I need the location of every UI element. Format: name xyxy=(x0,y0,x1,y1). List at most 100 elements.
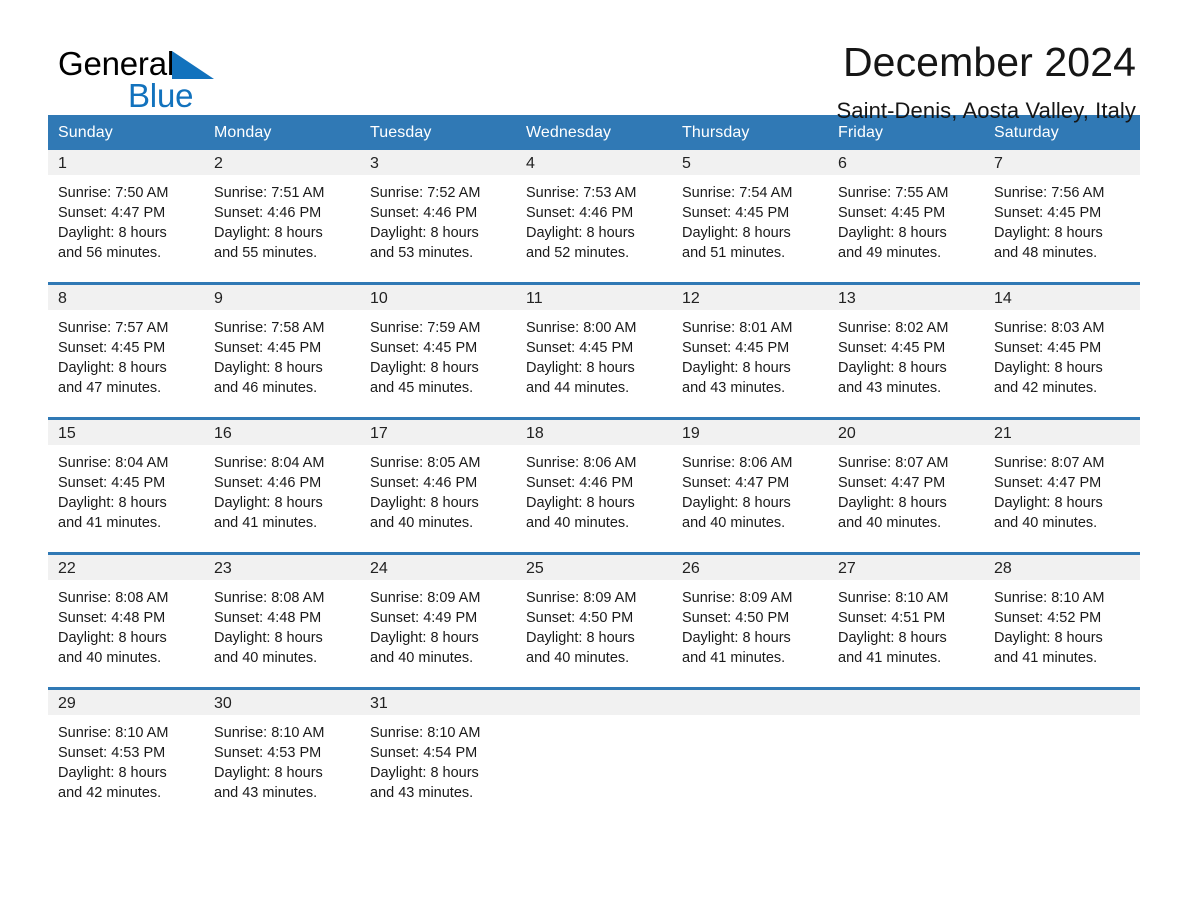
day-cell-empty xyxy=(516,687,672,822)
day-cell[interactable]: 7 Sunrise: 7:56 AM Sunset: 4:45 PM Daylight… xyxy=(984,150,1140,284)
day-cell[interactable]: 19 Sunrise: 8:06 AM Sunset: 4:47 PM Dayligh… xyxy=(672,417,828,554)
day-cell[interactable]: 3 Sunrise: 7:52 AM Sunset: 4:46 PM Daylight… xyxy=(360,150,516,284)
day-cell[interactable]: 12 Sunrise: 8:01 AM Sunset: 4:45 PM Dayligh… xyxy=(672,282,828,419)
daylight-text-line1: Daylight: 8 hours xyxy=(682,495,791,511)
day-number-band xyxy=(828,690,984,715)
day-number-band xyxy=(984,690,1140,715)
day-details: Sunrise: 7:56 AM Sunset: 4:45 PM Daylight:… xyxy=(984,175,1140,263)
day-cell[interactable]: 8 Sunrise: 7:57 AM Sunset: 4:45 PM Daylight… xyxy=(48,282,204,419)
daylight-text-line1: Daylight: 8 hours xyxy=(838,630,947,646)
day-cell[interactable]: 18 Sunrise: 8:06 AM Sunset: 4:46 PM Dayligh… xyxy=(516,417,672,554)
day-cell[interactable]: 4 Sunrise: 7:53 AM Sunset: 4:46 PM Daylight… xyxy=(516,150,672,284)
day-number: 17 xyxy=(370,425,388,442)
day-cell[interactable]: 17 Sunrise: 8:05 AM Sunset: 4:46 PM Dayligh… xyxy=(360,417,516,554)
day-number-band: 5 xyxy=(672,150,828,175)
sunset-text: Sunset: 4:54 PM xyxy=(370,745,478,761)
sunrise-text: Sunrise: 7:52 AM xyxy=(370,185,481,201)
sunrise-text: Sunrise: 7:58 AM xyxy=(214,320,325,336)
day-details: Sunrise: 7:55 AM Sunset: 4:45 PM Daylight:… xyxy=(828,175,984,263)
day-cell[interactable]: 2 Sunrise: 7:51 AM Sunset: 4:46 PM Daylight… xyxy=(204,150,360,284)
daylight-text-line2: and 43 minutes. xyxy=(214,785,318,801)
day-number-band: 3 xyxy=(360,150,516,175)
sunrise-text: Sunrise: 8:10 AM xyxy=(214,725,325,741)
day-number-band: 6 xyxy=(828,150,984,175)
day-cell[interactable]: 24 Sunrise: 8:09 AM Sunset: 4:49 PM Dayligh… xyxy=(360,552,516,689)
day-number: 22 xyxy=(58,560,76,577)
day-cell[interactable]: 30 Sunrise: 8:10 AM Sunset: 4:53 PM Dayligh… xyxy=(204,687,360,822)
sunrise-text: Sunrise: 8:08 AM xyxy=(58,590,169,606)
day-cell[interactable]: 9 Sunrise: 7:58 AM Sunset: 4:45 PM Daylight… xyxy=(204,282,360,419)
sunset-text: Sunset: 4:46 PM xyxy=(370,475,478,491)
day-cell[interactable]: 27 Sunrise: 8:10 AM Sunset: 4:51 PM Dayligh… xyxy=(828,552,984,689)
sunrise-text: Sunrise: 7:55 AM xyxy=(838,185,949,201)
day-cell[interactable]: 10 Sunrise: 7:59 AM Sunset: 4:45 PM Dayligh… xyxy=(360,282,516,419)
sunrise-text: Sunrise: 8:01 AM xyxy=(682,320,793,336)
day-number-band: 12 xyxy=(672,285,828,310)
day-cell[interactable]: 13 Sunrise: 8:02 AM Sunset: 4:45 PM Dayligh… xyxy=(828,282,984,419)
sunset-text: Sunset: 4:53 PM xyxy=(214,745,322,761)
day-cell[interactable]: 28 Sunrise: 8:10 AM Sunset: 4:52 PM Dayligh… xyxy=(984,552,1140,689)
daylight-text-line2: and 41 minutes. xyxy=(994,650,1098,666)
sunrise-text: Sunrise: 8:07 AM xyxy=(838,455,949,471)
sunset-text: Sunset: 4:53 PM xyxy=(58,745,166,761)
day-number: 19 xyxy=(682,425,700,442)
day-cell[interactable]: 22 Sunrise: 8:08 AM Sunset: 4:48 PM Dayligh… xyxy=(48,552,204,689)
sunrise-text: Sunrise: 7:51 AM xyxy=(214,185,325,201)
logo-triangle-icon xyxy=(172,51,215,79)
sunset-text: Sunset: 4:46 PM xyxy=(370,205,478,221)
day-details: Sunrise: 8:10 AM Sunset: 4:52 PM Daylight:… xyxy=(984,580,1140,668)
day-number: 15 xyxy=(58,425,76,442)
daylight-text-line1: Daylight: 8 hours xyxy=(214,765,323,781)
day-details: Sunrise: 8:06 AM Sunset: 4:46 PM Daylight:… xyxy=(516,445,672,533)
week-row: 29 Sunrise: 8:10 AM Sunset: 4:53 PM Dayligh… xyxy=(48,687,1140,822)
daylight-text-line1: Daylight: 8 hours xyxy=(838,360,947,376)
day-cell[interactable]: 11 Sunrise: 8:00 AM Sunset: 4:45 PM Dayligh… xyxy=(516,282,672,419)
day-number: 7 xyxy=(994,155,1003,172)
daylight-text-line1: Daylight: 8 hours xyxy=(370,360,479,376)
daylight-text-line1: Daylight: 8 hours xyxy=(838,495,947,511)
sunrise-text: Sunrise: 8:02 AM xyxy=(838,320,949,336)
logo-text-general: General xyxy=(58,45,175,82)
day-cell[interactable]: 21 Sunrise: 8:07 AM Sunset: 4:47 PM Dayligh… xyxy=(984,417,1140,554)
day-cell[interactable]: 15 Sunrise: 8:04 AM Sunset: 4:45 PM Dayligh… xyxy=(48,417,204,554)
generalblue-logo[interactable]: General Blue xyxy=(58,45,318,121)
day-details: Sunrise: 8:06 AM Sunset: 4:47 PM Daylight:… xyxy=(672,445,828,533)
day-cell[interactable]: 1 Sunrise: 7:50 AM Sunset: 4:47 PM Daylight… xyxy=(48,150,204,284)
day-cell[interactable]: 26 Sunrise: 8:09 AM Sunset: 4:50 PM Dayligh… xyxy=(672,552,828,689)
day-number: 11 xyxy=(526,290,543,307)
sunset-text: Sunset: 4:49 PM xyxy=(370,610,478,626)
day-cell[interactable]: 25 Sunrise: 8:09 AM Sunset: 4:50 PM Dayligh… xyxy=(516,552,672,689)
day-cell-empty xyxy=(828,687,984,822)
day-number: 4 xyxy=(526,155,535,172)
daylight-text-line1: Daylight: 8 hours xyxy=(214,360,323,376)
week-row: 15 Sunrise: 8:04 AM Sunset: 4:45 PM Dayligh… xyxy=(48,417,1140,554)
sunrise-text: Sunrise: 8:07 AM xyxy=(994,455,1105,471)
day-cell[interactable]: 6 Sunrise: 7:55 AM Sunset: 4:45 PM Daylight… xyxy=(828,150,984,284)
day-details: Sunrise: 8:09 AM Sunset: 4:50 PM Daylight:… xyxy=(672,580,828,668)
sunrise-text: Sunrise: 8:06 AM xyxy=(682,455,793,471)
day-cell[interactable]: 29 Sunrise: 8:10 AM Sunset: 4:53 PM Dayligh… xyxy=(48,687,204,822)
day-cell[interactable]: 20 Sunrise: 8:07 AM Sunset: 4:47 PM Dayligh… xyxy=(828,417,984,554)
sunset-text: Sunset: 4:45 PM xyxy=(838,340,946,356)
day-number: 21 xyxy=(994,425,1012,442)
day-number-band: 27 xyxy=(828,555,984,580)
day-cell-empty xyxy=(672,687,828,822)
page-subtitle: Saint-Denis, Aosta Valley, Italy xyxy=(836,98,1136,123)
day-cell[interactable]: 14 Sunrise: 8:03 AM Sunset: 4:45 PM Dayligh… xyxy=(984,282,1140,419)
daylight-text-line2: and 40 minutes. xyxy=(526,650,630,666)
daylight-text-line2: and 43 minutes. xyxy=(370,785,474,801)
day-number-band: 8 xyxy=(48,285,204,310)
day-cell[interactable]: 16 Sunrise: 8:04 AM Sunset: 4:46 PM Dayligh… xyxy=(204,417,360,554)
day-number-band: 4 xyxy=(516,150,672,175)
day-details: Sunrise: 7:54 AM Sunset: 4:45 PM Daylight:… xyxy=(672,175,828,263)
day-details: Sunrise: 8:08 AM Sunset: 4:48 PM Daylight:… xyxy=(204,580,360,668)
sunrise-text: Sunrise: 8:00 AM xyxy=(526,320,637,336)
day-cell[interactable]: 23 Sunrise: 8:08 AM Sunset: 4:48 PM Dayligh… xyxy=(204,552,360,689)
daylight-text-line2: and 55 minutes. xyxy=(214,245,318,261)
day-cell[interactable]: 5 Sunrise: 7:54 AM Sunset: 4:45 PM Daylight… xyxy=(672,150,828,284)
day-details: Sunrise: 8:10 AM Sunset: 4:53 PM Daylight:… xyxy=(48,715,204,803)
day-number: 2 xyxy=(214,155,223,172)
daylight-text-line2: and 51 minutes. xyxy=(682,245,786,261)
day-cell[interactable]: 31 Sunrise: 8:10 AM Sunset: 4:54 PM Dayligh… xyxy=(360,687,516,822)
sunset-text: Sunset: 4:45 PM xyxy=(370,340,478,356)
